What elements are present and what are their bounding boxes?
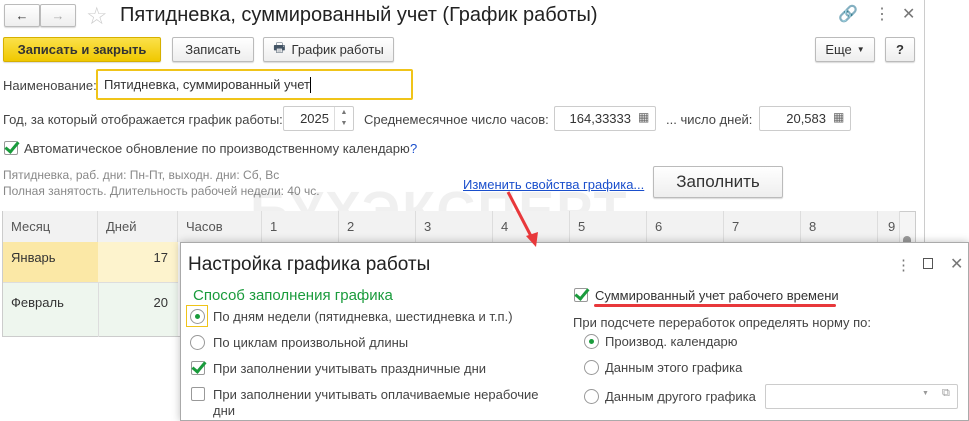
annotation-arrow	[506, 191, 538, 247]
